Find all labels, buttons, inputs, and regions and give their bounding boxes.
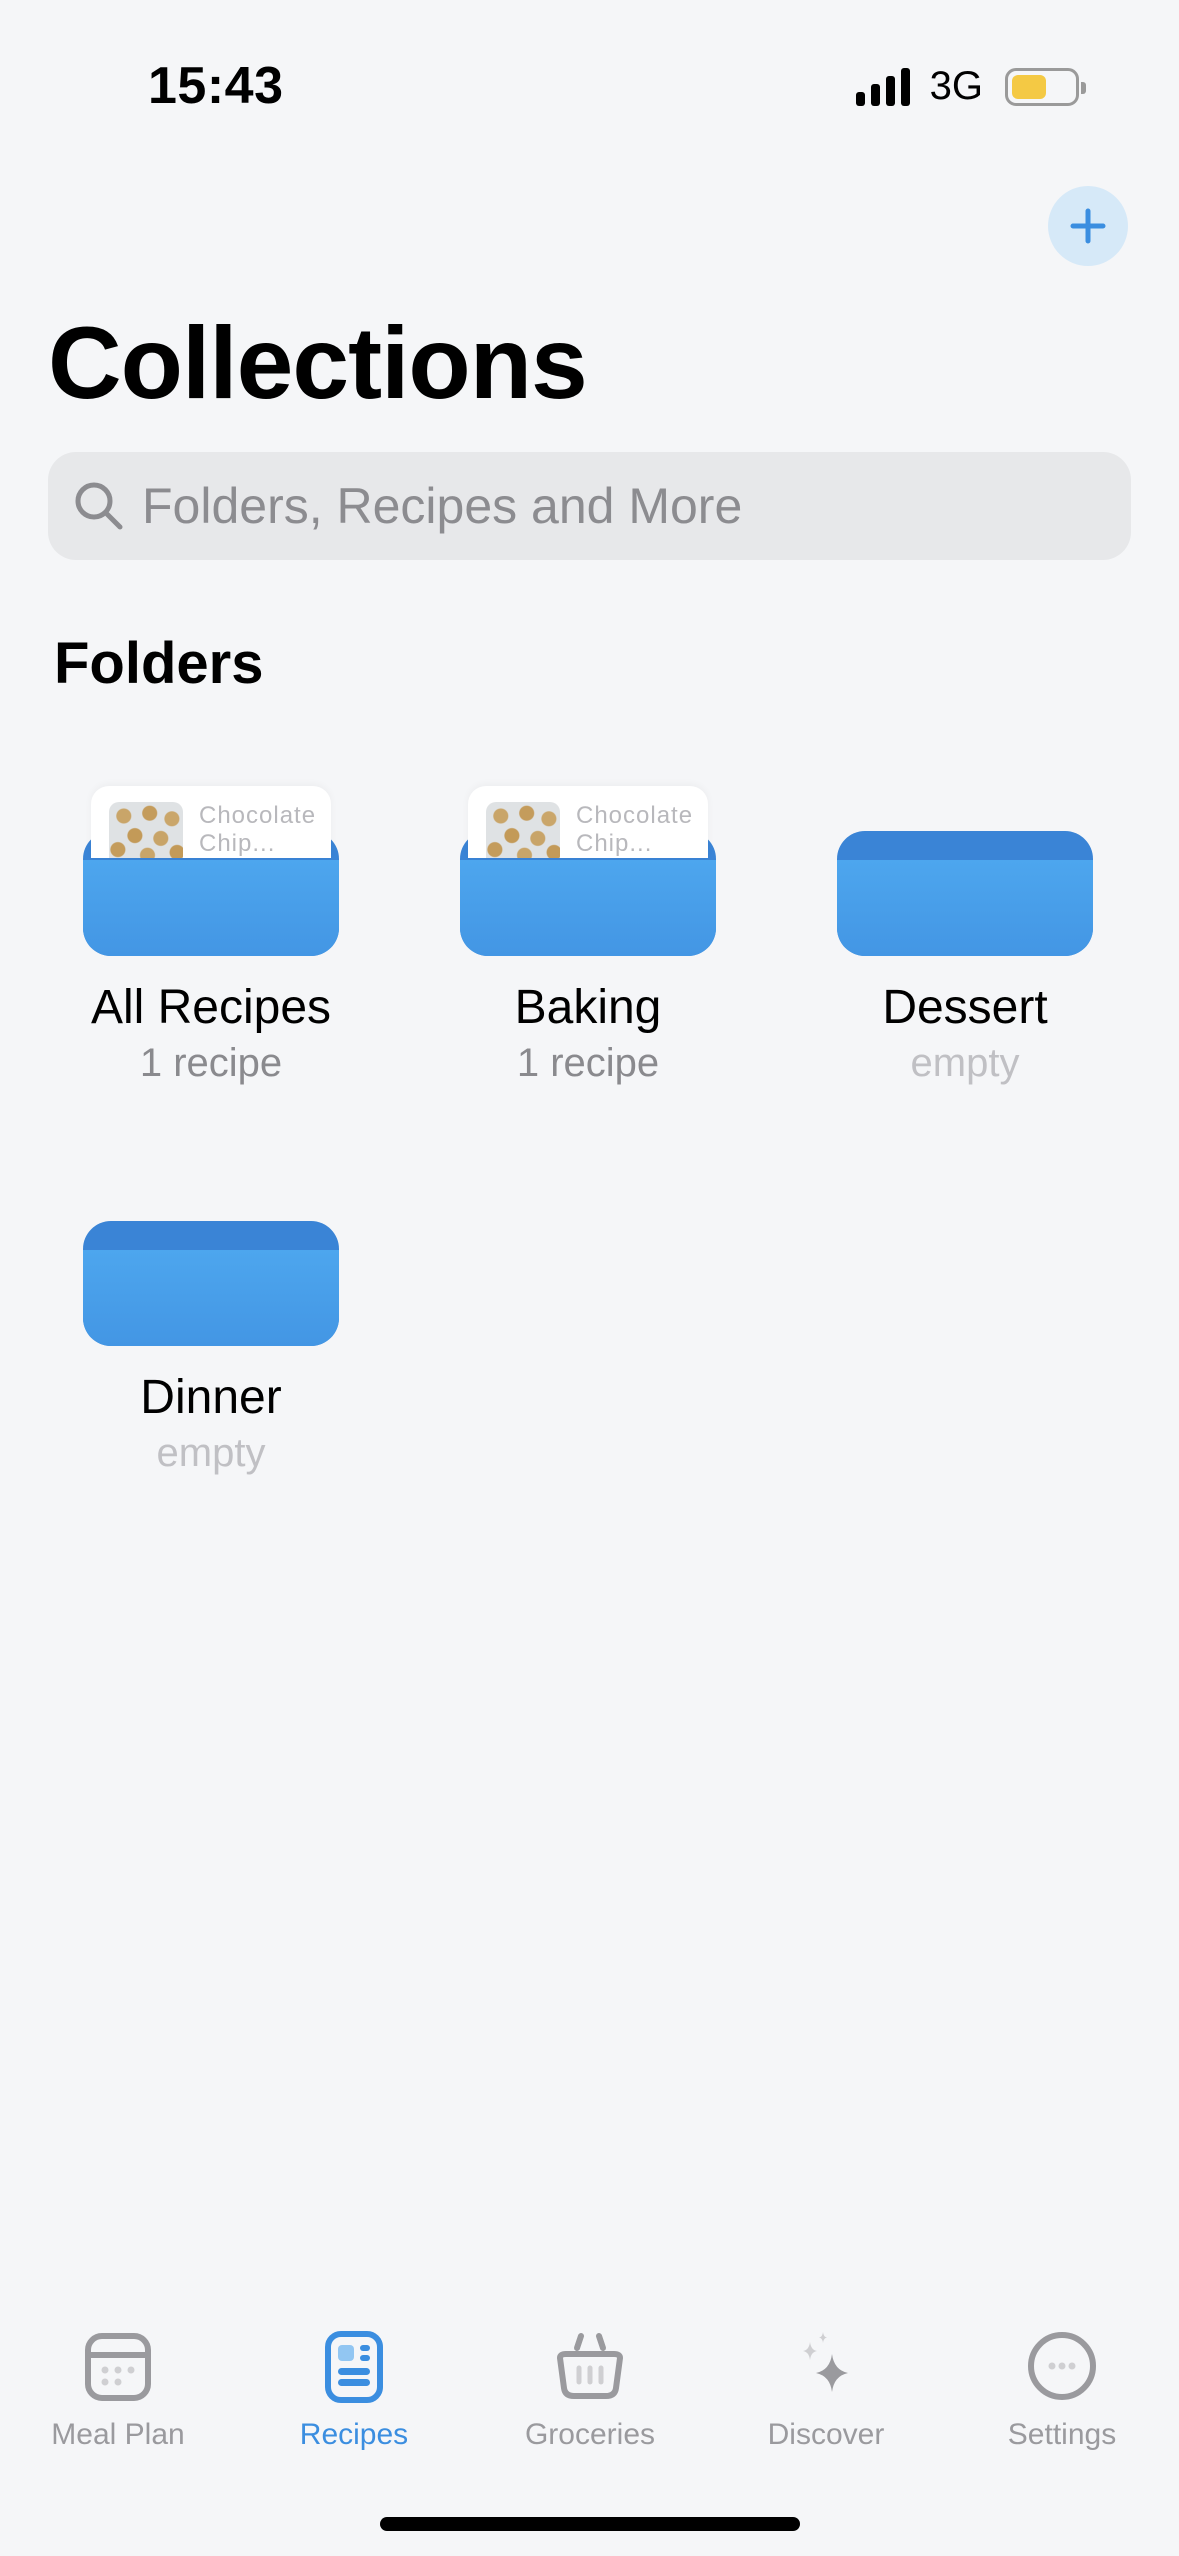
tab-settings[interactable]: Settings [944,2320,1179,2452]
status-icons: 3G [855,64,1086,109]
tab-meal-plan[interactable]: Meal Plan [0,2320,236,2452]
signal-bars-icon [855,67,910,106]
calendar-icon [85,2333,151,2401]
page-title: Collections [48,306,588,420]
folder-name: Dinner [140,1371,282,1424]
tab-label: Discover [767,2418,885,2451]
folder-icon: Chocolate Chip... [460,786,716,956]
folder-count: empty [156,1431,266,1475]
folder-count: 1 recipe [139,1041,283,1085]
section-title-folders: Folders [54,631,264,696]
tab-label: Groceries [524,2418,656,2451]
folder-name: Baking [514,981,662,1034]
recipe-card-icon [325,2331,383,2403]
recipe-preview-title: Chocolate Chip... [199,802,317,857]
home-indicator[interactable] [380,2517,800,2531]
recipe-preview-title: Chocolate Chip... [576,802,694,857]
search-input[interactable] [142,477,1102,535]
search-bar[interactable] [48,452,1131,560]
folder-count: empty [910,1041,1020,1085]
battery-fill [1012,74,1046,99]
recipe-thumbnail [109,802,183,858]
tab-discover[interactable]: Discover [708,2320,944,2452]
folder-icon [83,1176,339,1346]
folder-dinner[interactable]: Dinner empty [61,1176,361,1476]
recipe-thumbnail [486,802,560,858]
recipe-preview-card: Chocolate Chip... [91,786,331,858]
network-type: 3G [929,64,983,108]
basket-icon [557,2333,623,2399]
folder-count: 1 recipe [516,1041,660,1085]
folder-name: All Recipes [90,981,332,1034]
folder-name: Dessert [882,981,1048,1034]
more-circle-icon [1028,2332,1096,2400]
recipe-preview-card: Chocolate Chip... [468,786,708,858]
tab-label: Settings [1007,2418,1117,2451]
folder-baking[interactable]: Chocolate Chip... Baking 1 recipe [438,786,738,1086]
folder-icon [837,786,1093,956]
plus-icon [1070,208,1106,244]
sparkles-icon [803,2332,848,2392]
folder-dessert[interactable]: Dessert empty [815,786,1115,1086]
tab-recipes[interactable]: Recipes [236,2320,472,2452]
search-icon [75,482,123,530]
add-button[interactable] [1048,186,1128,266]
folder-icon: Chocolate Chip... [83,786,339,956]
tab-bar: Meal Plan Recipes Groceries Discover Set… [0,2320,1179,2460]
battery-icon [1005,67,1086,106]
tab-label: Meal Plan [51,2418,185,2451]
tab-groceries[interactable]: Groceries [472,2320,708,2452]
status-time: 15:43 [148,57,284,115]
tab-label: Recipes [299,2418,409,2451]
folder-all-recipes[interactable]: Chocolate Chip... All Recipes 1 recipe [61,786,361,1086]
